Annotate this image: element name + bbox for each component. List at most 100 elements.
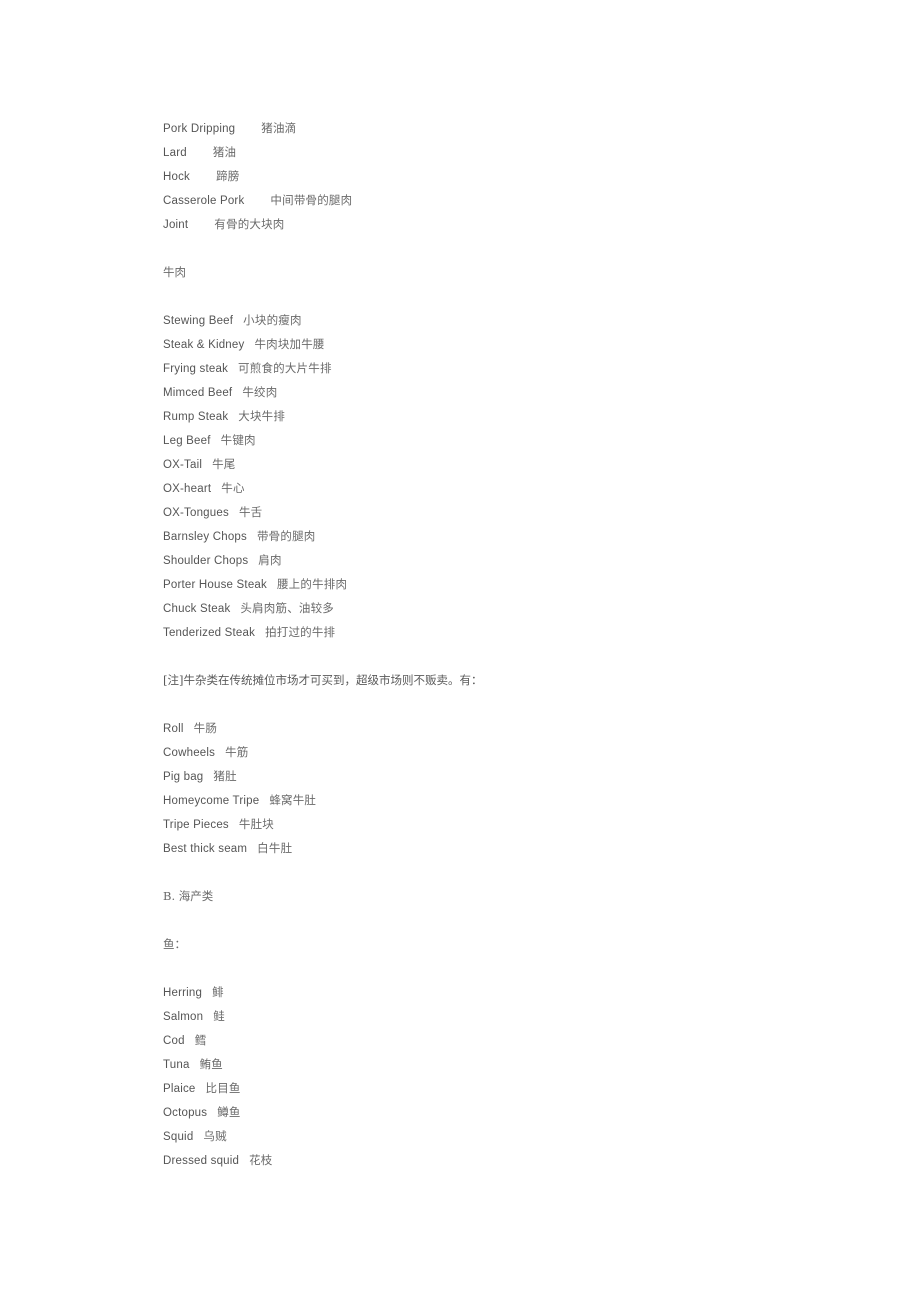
glossary-entry: Tuna 鲔鱼 (163, 1052, 880, 1076)
glossary-entry: Tripe Pieces 牛肚块 (163, 812, 880, 836)
glossary-entry: Octopus 鳟鱼 (163, 1100, 880, 1124)
glossary-entry: Cod 鳕 (163, 1028, 880, 1052)
glossary-entry: Pig bag 猪肚 (163, 764, 880, 788)
entry-term-english: Salmon (163, 1011, 204, 1023)
glossary-entry: Hock 蹄膀 (163, 164, 880, 188)
glossary-entry: OX-Tongues 牛舌 (163, 500, 880, 524)
entry-term-chinese: 带骨的腿肉 (256, 529, 316, 543)
entry-term-chinese: 大块牛排 (238, 409, 286, 423)
entry-term-chinese: 鳟鱼 (217, 1105, 241, 1119)
entry-term-chinese: 鲑 (213, 1009, 225, 1023)
glossary-entry: Steak & Kidney 牛肉块加牛腰 (163, 332, 880, 356)
entry-term-english: Barnsley Chops (163, 531, 247, 543)
entry-term-english: Homeycome Tripe (163, 795, 260, 807)
entry-term-english: Tripe Pieces (163, 819, 229, 831)
entry-term-chinese: 蜂窝牛肚 (269, 793, 317, 807)
glossary-entry: Homeycome Tripe 蜂窝牛肚 (163, 788, 880, 812)
glossary-entry: Porter House Steak 腰上的牛排肉 (163, 572, 880, 596)
glossary-entry: Joint 有骨的大块肉 (163, 212, 880, 236)
entry-term-english: Casserole Pork (163, 195, 245, 207)
glossary-entry: Dressed squid 花枝 (163, 1148, 880, 1172)
glossary-content: Pork Dripping 猪油滴 Lard 猪油 Hock 蹄膀 Casserole Po… (163, 116, 880, 1172)
glossary-entry: Lard 猪油 (163, 140, 880, 164)
entry-term-english: Shoulder Chops (163, 555, 249, 567)
glossary-entry: Casserole Pork 中间带骨的腿肉 (163, 188, 880, 212)
entry-term-english: Herring (163, 987, 203, 999)
entry-term-chinese: 鳕 (194, 1033, 207, 1047)
entry-term-english: Best thick seam (163, 843, 248, 855)
entry-term-english: OX-Tail (163, 459, 203, 471)
entry-term-english: Leg Beef (163, 435, 211, 447)
entry-term-chinese: 花枝 (249, 1153, 273, 1167)
entry-term-english: Rump Steak (163, 411, 229, 423)
entry-term-english: Frying steak (163, 363, 229, 375)
glossary-entry: Plaice 比目鱼 (163, 1076, 880, 1100)
entry-term-english: Cod (163, 1035, 185, 1047)
entry-term-chinese: 可煎食的大片牛排 (238, 361, 332, 375)
section-heading: 鱼： (163, 937, 186, 951)
glossary-entry: OX-Tail 牛尾 (163, 452, 880, 476)
entry-term-chinese: 白牛肚 (257, 841, 293, 855)
entry-term-chinese: 牛肠 (193, 721, 218, 735)
entry-term-english: Hock (163, 171, 191, 183)
entry-term-chinese: 有骨的大块肉 (214, 217, 285, 231)
glossary-entry: Stewing Beef 小块的瘦肉 (163, 308, 880, 332)
section-heading: 牛肉 (163, 265, 186, 279)
entry-term-english: Lard (163, 147, 187, 159)
glossary-entry: Salmon 鲑 (163, 1004, 880, 1028)
entry-term-english: Pig bag (163, 771, 204, 783)
glossary-entry: Chuck Steak 头肩肉筋、油较多 (163, 596, 880, 620)
entry-term-chinese: 猪油滴 (261, 121, 297, 135)
glossary-entry: Leg Beef 牛键肉 (163, 428, 880, 452)
glossary-entry: Roll 牛肠 (163, 716, 880, 740)
glossary-entry: Rump Steak 大块牛排 (163, 404, 880, 428)
annotation-note: [注]牛杂类在传统摊位市场才可买到，超级市场则不贩卖。有： (163, 673, 483, 687)
glossary-entry: Mimced Beef 牛绞肉 (163, 380, 880, 404)
entry-term-chinese: 牛绞肉 (242, 385, 278, 399)
entry-term-chinese: 牛尾 (212, 457, 236, 471)
entry-term-chinese: 牛键肉 (220, 433, 256, 447)
entry-term-english: Mimced Beef (163, 387, 233, 399)
glossary-entry: Squid 乌贼 (163, 1124, 880, 1148)
entry-term-english: OX-Tongues (163, 507, 229, 519)
entry-term-english: Chuck Steak (163, 603, 231, 615)
entry-term-chinese: 乌贼 (203, 1129, 227, 1143)
entry-term-english: Cowheels (163, 747, 216, 759)
entry-term-chinese: 鲔鱼 (199, 1057, 223, 1071)
entry-term-chinese: 中间带骨的腿肉 (270, 193, 353, 207)
section-heading: B. 海产类 (163, 889, 214, 903)
glossary-entry: Cowheels 牛筋 (163, 740, 880, 764)
glossary-entry: Barnsley Chops 带骨的腿肉 (163, 524, 880, 548)
glossary-entry: Shoulder Chops 肩肉 (163, 548, 880, 572)
entry-term-chinese: 猪油 (212, 145, 237, 159)
entry-term-chinese: 腰上的牛排肉 (276, 577, 348, 591)
entry-term-chinese: 牛心 (221, 481, 245, 495)
entry-term-english: Tenderized Steak (163, 627, 256, 639)
entry-term-english: Octopus (163, 1107, 208, 1119)
entry-term-chinese: 猪肚 (213, 769, 237, 783)
entry-term-english: Roll (163, 723, 184, 735)
entry-term-english: Pork Dripping (163, 123, 236, 135)
entry-term-english: Tuna (163, 1059, 190, 1071)
document-page: Pork Dripping 猪油滴 Lard 猪油 Hock 蹄膀 Casserole Po… (0, 0, 920, 1302)
entry-term-chinese: 肩肉 (258, 553, 282, 567)
entry-term-chinese: 小块的瘦肉 (243, 313, 302, 327)
glossary-entry: Pork Dripping 猪油滴 (163, 116, 880, 140)
entry-term-english: Plaice (163, 1083, 196, 1095)
glossary-entry: OX-heart 牛心 (163, 476, 880, 500)
entry-term-chinese: 牛舌 (238, 505, 263, 519)
glossary-entry: Frying steak 可煎食的大片牛排 (163, 356, 880, 380)
entry-term-chinese: 牛肉块加牛腰 (254, 337, 325, 351)
entry-term-chinese: 拍打过的牛排 (265, 625, 336, 639)
glossary-entry: Herring 鲱 (163, 980, 880, 1004)
entry-term-chinese: 比目鱼 (205, 1081, 241, 1095)
entry-term-chinese: 牛肚块 (238, 817, 274, 831)
glossary-entry: Best thick seam 白牛肚 (163, 836, 880, 860)
